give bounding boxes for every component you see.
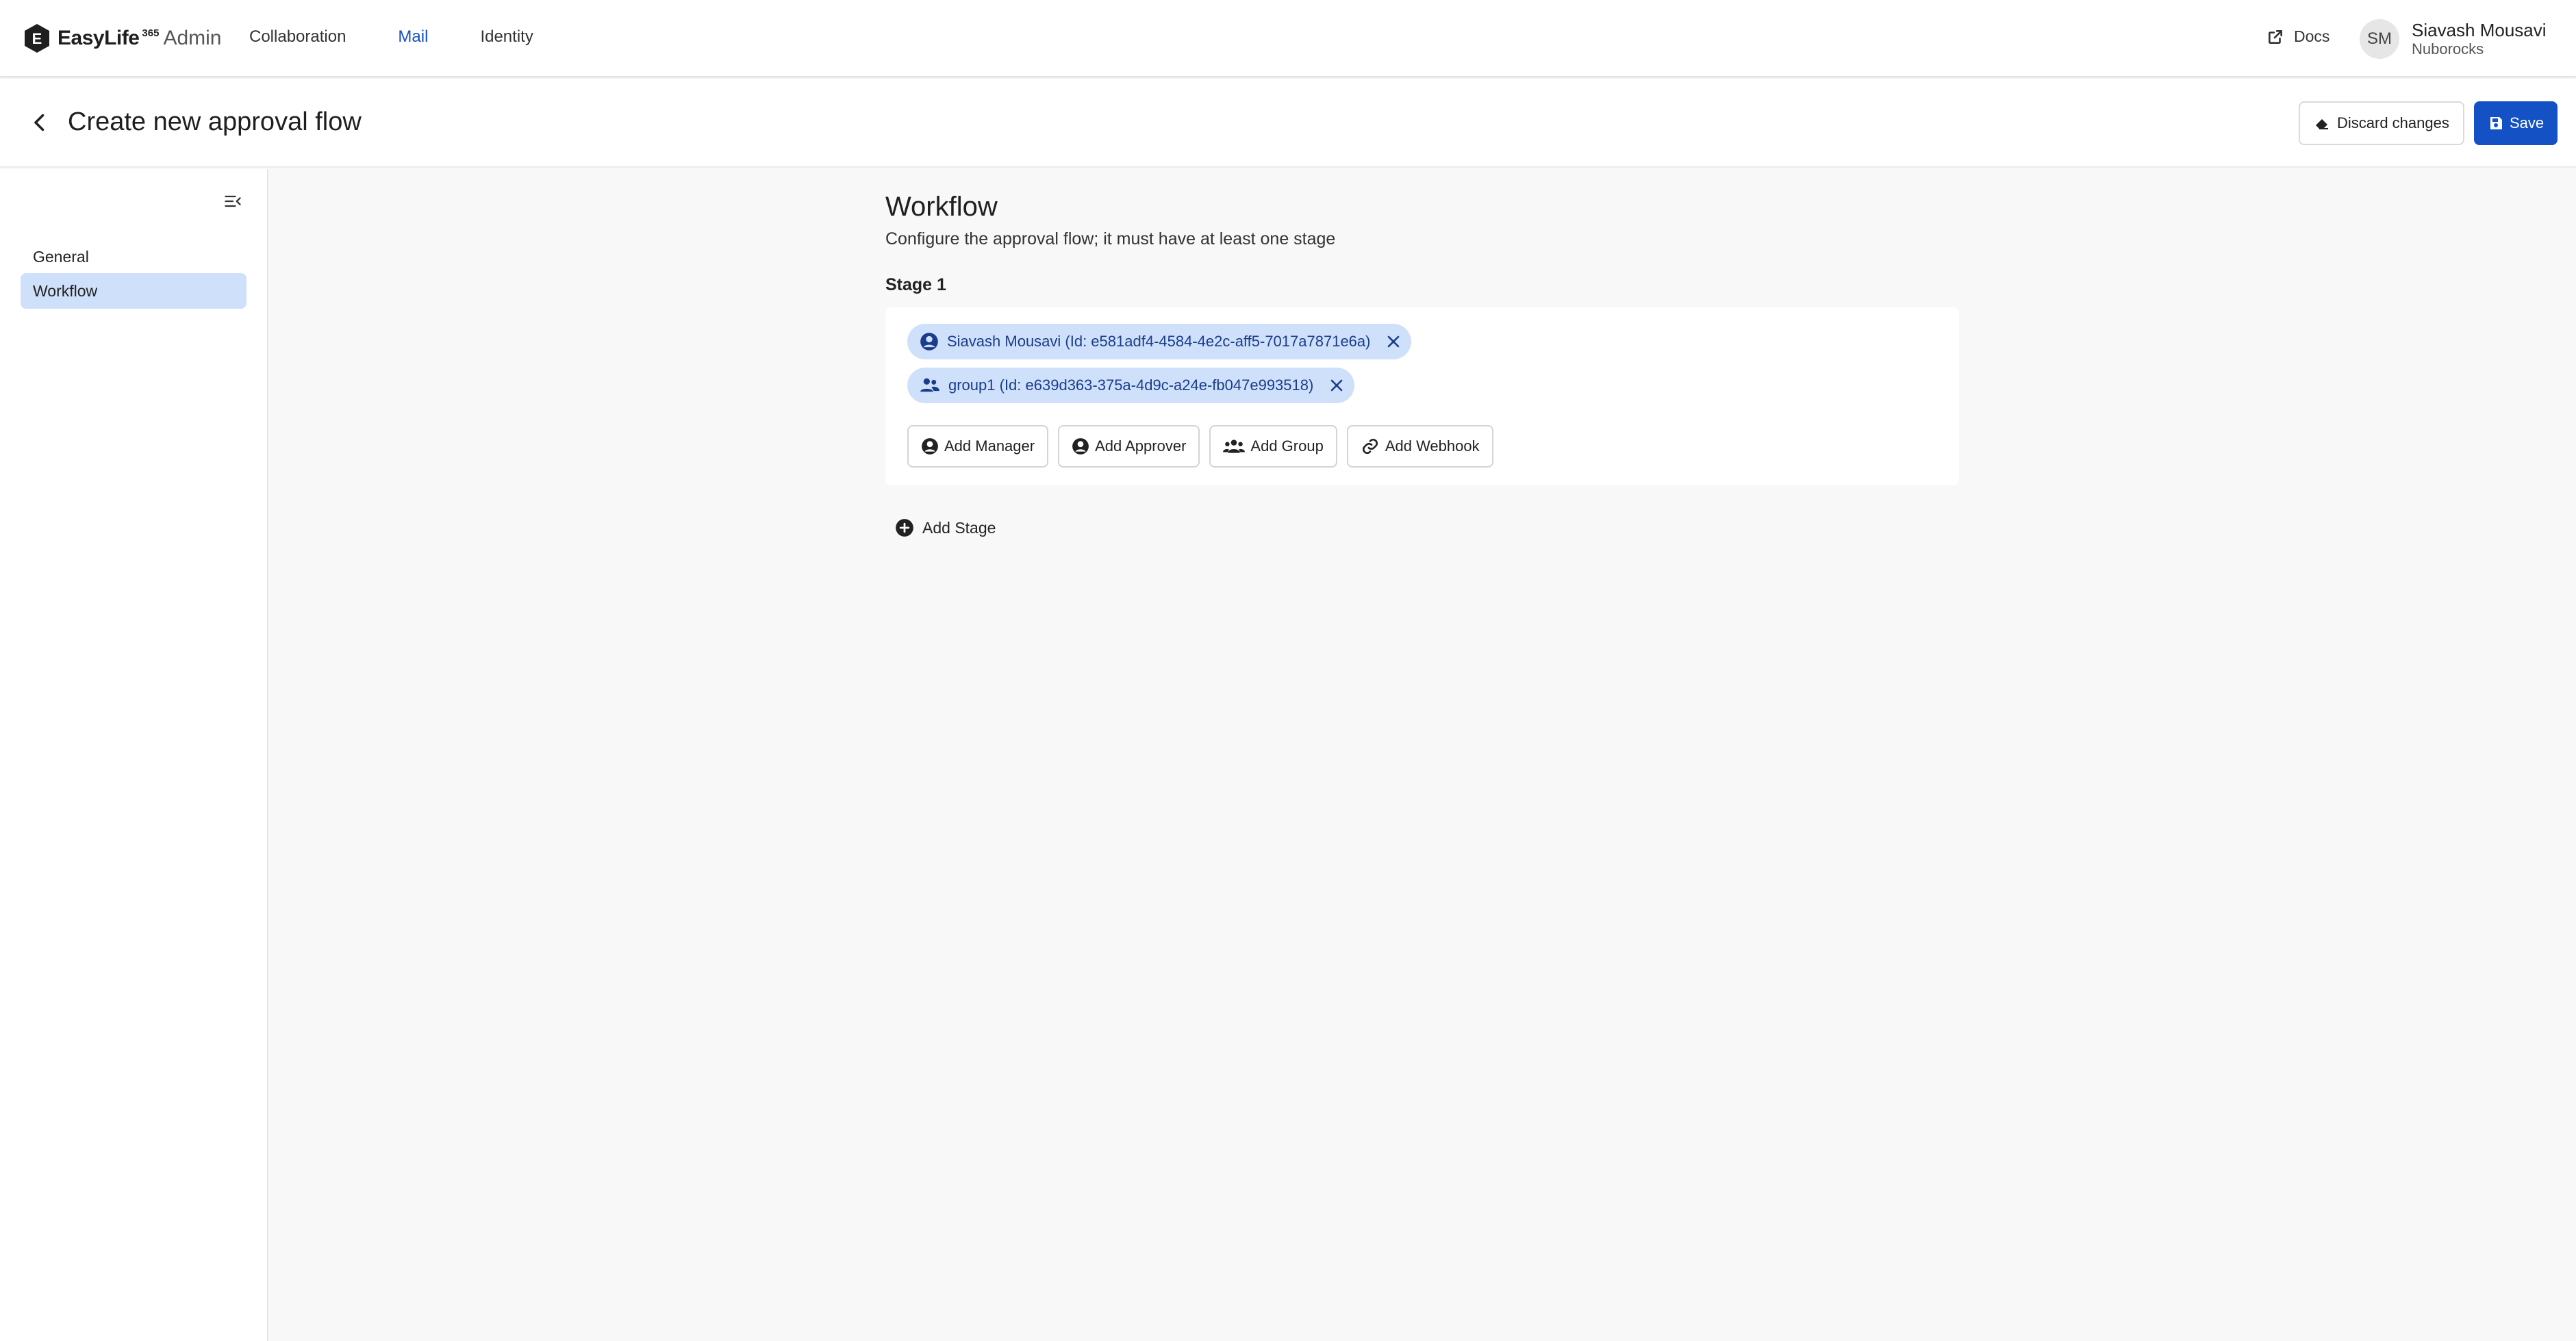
group-chip-label: group1 (Id: e639d363-375a-4d9c-a24e-fb04… [948, 376, 1314, 394]
user-menu[interactable]: SM Siavash Mousavi Nuborocks [2360, 19, 2547, 59]
main-nav: Collaboration Mail Identity [249, 27, 533, 47]
nav-item-mail[interactable]: Mail [398, 27, 428, 47]
nav-item-collaboration[interactable]: Collaboration [249, 27, 346, 47]
approver-chip: Siavash Mousavi (Id: e581adf4-4584-4e2c-… [907, 324, 1412, 359]
eraser-icon [2316, 119, 2328, 129]
users-icon [920, 378, 939, 392]
discard-changes-button[interactable]: Discard changes [2299, 101, 2464, 145]
sidebar-item-label: General [33, 247, 89, 266]
add-manager-label: Add Manager [944, 437, 1035, 455]
add-approver-button[interactable]: Add Approver [1058, 425, 1200, 468]
user-info: Siavash Mousavi Nuborocks [2412, 20, 2547, 58]
svg-text:E: E [32, 30, 42, 47]
save-button[interactable]: Save [2474, 101, 2558, 145]
approver-chip-label: Siavash Mousavi (Id: e581adf4-4584-4e2c-… [947, 333, 1371, 350]
discard-changes-label: Discard changes [2337, 114, 2449, 131]
user-organization: Nuborocks [2412, 40, 2484, 58]
users-icon [1223, 439, 1246, 453]
remove-approver-button[interactable] [1385, 333, 1402, 350]
add-manager-button[interactable]: Add Manager [907, 425, 1049, 468]
collapse-sidebar-icon[interactable] [223, 192, 242, 211]
stage-actions: Add Manager Add Approver Add Group Add W… [907, 425, 1493, 468]
user-circle-icon [920, 333, 938, 350]
stage-card: Siavash Mousavi (Id: e581adf4-4584-4e2c-… [885, 307, 1959, 485]
add-stage-label: Add Stage [922, 518, 996, 537]
add-webhook-label: Add Webhook [1385, 437, 1480, 455]
workflow-section: Workflow Configure the approval flow; it… [885, 192, 1960, 537]
sidebar-item-general[interactable]: General [21, 239, 247, 274]
top-navigation-bar: E EasyLife 365 Admin Collaboration Mail … [0, 0, 2576, 77]
user-circle-icon [1072, 438, 1089, 455]
external-link-icon [2269, 29, 2282, 44]
add-webhook-button[interactable]: Add Webhook [1346, 425, 1493, 468]
link-icon [1362, 438, 1378, 455]
sidebar-item-label: Workflow [33, 281, 98, 300]
back-arrow-icon[interactable] [27, 110, 52, 135]
easylife-logo-icon: E [25, 24, 49, 53]
stage-label: Stage 1 [885, 275, 946, 294]
settings-sidebar: General Workflow [0, 169, 268, 1341]
docs-label: Docs [2294, 27, 2330, 45]
brand-logo[interactable]: E EasyLife 365 Admin [23, 23, 221, 53]
sidebar-item-workflow[interactable]: Workflow [21, 273, 247, 309]
close-icon [1388, 335, 1400, 348]
floppy-disk-icon [2490, 117, 2502, 129]
brand-superscript: 365 [142, 27, 160, 39]
add-group-button[interactable]: Add Group [1209, 425, 1337, 468]
group-chip: group1 (Id: e639d363-375a-4d9c-a24e-fb04… [907, 368, 1355, 403]
nav-item-identity[interactable]: Identity [480, 27, 533, 47]
user-circle-icon [922, 438, 938, 455]
add-approver-label: Add Approver [1095, 437, 1187, 455]
page-title: Create new approval flow [68, 107, 362, 136]
add-stage-button[interactable]: Add Stage [895, 518, 996, 537]
docs-link[interactable]: Docs [2266, 27, 2329, 46]
brand-suffix: Admin [163, 27, 222, 49]
section-description: Configure the approval flow; it must hav… [885, 229, 1336, 248]
remove-group-button[interactable] [1328, 377, 1345, 394]
section-title: Workflow [885, 192, 998, 222]
add-group-label: Add Group [1250, 437, 1324, 455]
brand-name: EasyLife [58, 27, 140, 49]
page-header: Create new approval flow Discard changes… [0, 79, 2576, 168]
save-label: Save [2510, 114, 2545, 131]
close-icon [1331, 379, 1343, 392]
user-name: Siavash Mousavi [2412, 20, 2547, 40]
plus-circle-icon [896, 519, 913, 537]
avatar: SM [2360, 19, 2399, 59]
